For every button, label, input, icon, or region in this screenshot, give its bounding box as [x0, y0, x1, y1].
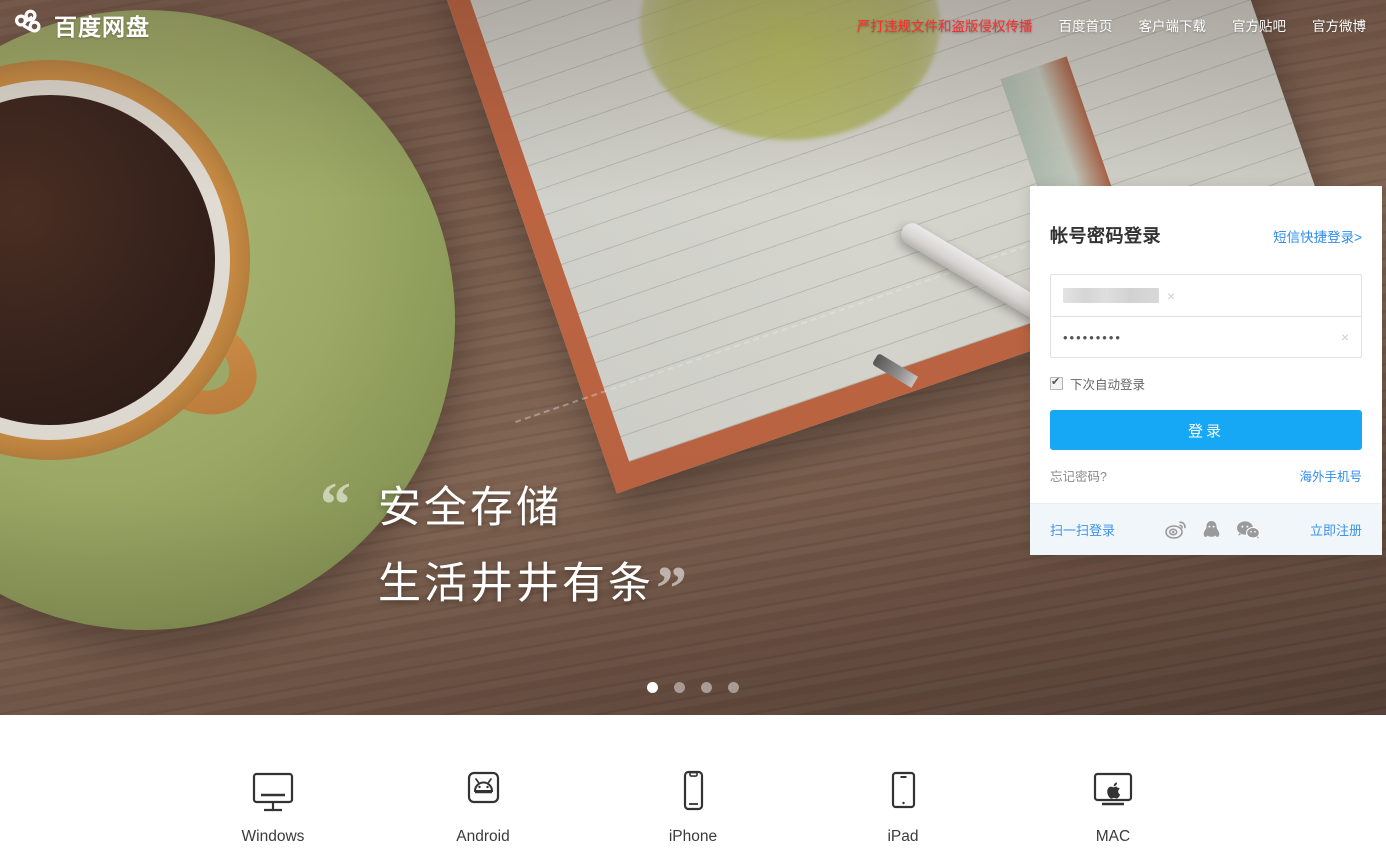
carousel-dot-1[interactable] [647, 682, 658, 693]
clear-password-icon[interactable]: × [1333, 330, 1349, 344]
social-login-icons [1165, 520, 1260, 540]
clear-username-icon[interactable]: × [1159, 289, 1175, 303]
login-panel: 帐号密码登录 短信快捷登录> × ••••••••• × 下次自动登录 登录 忘… [1030, 186, 1382, 555]
slogan-line-2: 生活井井有条 [378, 560, 654, 608]
brand-name: 百度网盘 [54, 14, 150, 40]
platform-label-iphone: iPhone [668, 828, 718, 845]
credential-fields: × ••••••••• × [1050, 274, 1362, 358]
carousel-dot-4[interactable] [728, 682, 739, 693]
username-redacted-value [1063, 288, 1159, 303]
auto-login-label[interactable]: 下次自动登录 [1070, 374, 1145, 393]
password-field-row[interactable]: ••••••••• × [1051, 316, 1361, 357]
scan-login-link[interactable]: 扫一扫登录 [1050, 520, 1115, 539]
platform-label-ipad: iPad [887, 828, 919, 845]
login-footer: 扫一扫登录 立即注册 [1030, 503, 1382, 555]
top-navigation-bar: 百度网盘 严打违规文件和盗版侵权传播 百度首页 客户端下载 官方贴吧 官方微博 [0, 0, 1386, 50]
platform-android[interactable]: Android [431, 769, 536, 846]
carousel-dot-2[interactable] [674, 682, 685, 693]
qq-icon[interactable] [1203, 520, 1220, 540]
carousel-dot-3[interactable] [701, 682, 712, 693]
weibo-icon[interactable] [1165, 520, 1187, 539]
carousel-dots [0, 682, 1386, 693]
nav-link-baidu-home[interactable]: 百度首页 [1059, 15, 1113, 35]
register-link[interactable]: 立即注册 [1310, 520, 1362, 539]
android-icon [456, 769, 510, 815]
top-nav-links: 严打违规文件和盗版侵权传播 百度首页 客户端下载 官方贴吧 官方微博 [857, 15, 1366, 35]
baidu-netdisk-cloud-icon [10, 8, 44, 43]
wechat-icon[interactable] [1236, 520, 1260, 540]
login-header: 帐号密码登录 短信快捷登录> [1050, 222, 1362, 248]
login-submit-button[interactable]: 登录 [1050, 410, 1362, 450]
login-title: 帐号密码登录 [1050, 226, 1161, 246]
platform-label-android: Android [456, 828, 510, 845]
slogan-line-1: 安全存储 [378, 484, 562, 532]
sms-login-link[interactable]: 短信快捷登录> [1273, 226, 1362, 246]
platform-download-row: Windows Android iPhone iPad MAC [0, 715, 1386, 867]
nav-link-client-download[interactable]: 客户端下载 [1139, 15, 1207, 35]
platform-ipad[interactable]: iPad [851, 769, 956, 846]
hero-slogan: “ 安全存储 生活井井有条 ” [316, 470, 687, 622]
login-helper-links: 忘记密码? 海外手机号 [1050, 466, 1362, 485]
monitor-icon [246, 769, 300, 815]
platform-iphone[interactable]: iPhone [641, 769, 746, 846]
brand-logo[interactable]: 百度网盘 [10, 8, 150, 43]
nav-link-tieba[interactable]: 官方贴吧 [1232, 15, 1286, 35]
quote-close-icon: ” [656, 555, 687, 623]
nav-link-weibo[interactable]: 官方微博 [1312, 15, 1366, 35]
platform-label-mac: MAC [1095, 828, 1131, 845]
login-form: 帐号密码登录 短信快捷登录> × ••••••••• × 下次自动登录 登录 忘… [1030, 186, 1382, 503]
platform-label-windows: Windows [241, 828, 305, 845]
phone-icon [666, 769, 720, 815]
auto-login-row: 下次自动登录 [1050, 374, 1362, 393]
overseas-phone-link[interactable]: 海外手机号 [1299, 466, 1362, 485]
username-field-row[interactable]: × [1051, 275, 1361, 316]
tablet-icon [876, 769, 930, 815]
nav-link-warning[interactable]: 严打违规文件和盗版侵权传播 [857, 15, 1033, 35]
quote-open-icon: “ [320, 471, 351, 539]
forgot-password-link[interactable]: 忘记密码? [1050, 466, 1107, 485]
password-masked-value: ••••••••• [1063, 329, 1122, 345]
platform-windows[interactable]: Windows [221, 769, 326, 846]
platform-mac[interactable]: MAC [1061, 769, 1166, 846]
auto-login-checkbox[interactable] [1050, 375, 1063, 390]
apple-monitor-icon [1086, 769, 1140, 815]
